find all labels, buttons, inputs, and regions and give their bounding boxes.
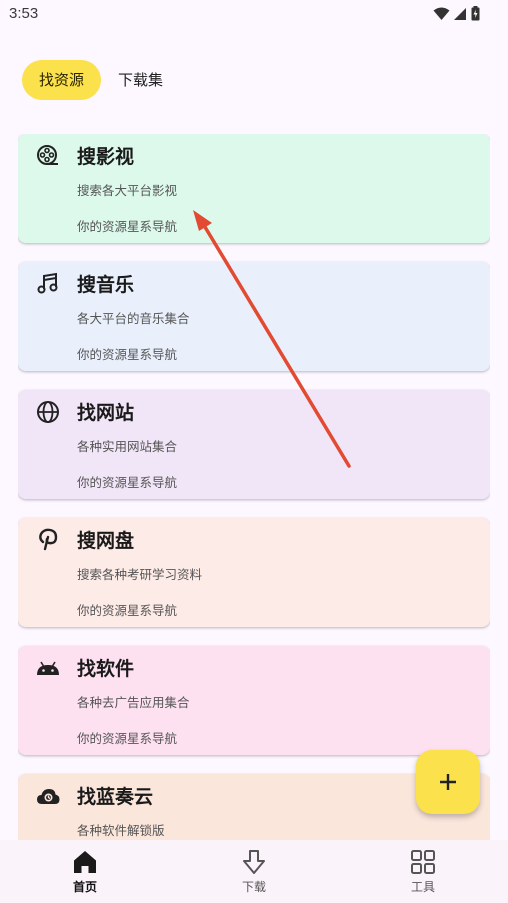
nav-home[interactable]: 首页 — [35, 840, 135, 903]
card-footer: 你的资源星系导航 — [77, 219, 178, 234]
top-tabs: 找资源 下载集 — [22, 60, 180, 100]
card-title: 找软件 — [77, 658, 135, 680]
card-title: 搜影视 — [77, 146, 135, 168]
plus-icon — [440, 774, 456, 790]
add-fab-button[interactable] — [416, 750, 480, 814]
card-footer: 你的资源星系导航 — [77, 475, 178, 490]
card-search-music[interactable]: 搜音乐 各大平台的音乐集合 你的资源星系导航 — [18, 262, 490, 371]
card-title: 搜音乐 — [77, 274, 135, 296]
resource-card-list: 搜影视 搜索各大平台影视 你的资源星系导航 搜音乐 各大平台的音乐集合 你的资源… — [18, 134, 490, 840]
card-title: 找网站 — [77, 402, 135, 424]
grid-icon — [411, 850, 435, 874]
card-subtitle: 各种软件解锁版 — [77, 823, 165, 838]
wifi-icon — [433, 7, 450, 20]
bottom-nav: 首页 下载 工具 — [0, 840, 508, 903]
nav-home-label: 首页 — [72, 880, 97, 894]
nav-tools-label: 工具 — [410, 880, 435, 894]
card-subtitle: 各种去广告应用集合 — [77, 695, 190, 710]
signal-icon — [454, 7, 466, 20]
pinterest-icon — [39, 528, 58, 551]
card-title: 搜网盘 — [77, 530, 135, 552]
card-search-video[interactable]: 搜影视 搜索各大平台影视 你的资源星系导航 — [18, 134, 490, 243]
nav-download[interactable]: 下载 — [204, 840, 304, 903]
tab-downloads[interactable]: 下载集 — [101, 60, 180, 100]
card-subtitle: 搜索各种考研学习资料 — [77, 567, 203, 582]
status-time: 3:53 — [9, 5, 39, 22]
card-title: 找蓝奏云 — [77, 786, 154, 808]
tab-find-resources[interactable]: 找资源 — [22, 60, 102, 100]
status-bar: 3:53 — [0, 0, 508, 30]
film-reel-icon — [37, 145, 58, 165]
card-subtitle: 各种实用网站集合 — [77, 439, 178, 454]
card-footer: 你的资源星系导航 — [77, 603, 178, 618]
download-icon — [243, 850, 265, 874]
card-search-netdisk[interactable]: 搜网盘 搜索各种考研学习资料 你的资源星系导航 — [18, 518, 490, 627]
battery-icon — [471, 6, 480, 21]
card-subtitle: 各大平台的音乐集合 — [77, 311, 190, 326]
card-footer: 你的资源星系导航 — [77, 347, 178, 362]
cloud-icon — [37, 789, 60, 804]
card-footer: 你的资源星系导航 — [77, 731, 178, 746]
nav-download-label: 下载 — [241, 880, 266, 894]
card-subtitle: 搜索各大平台影视 — [77, 183, 178, 198]
card-find-websites[interactable]: 找网站 各种实用网站集合 你的资源星系导航 — [18, 390, 490, 499]
status-icons — [433, 6, 480, 21]
nav-tools[interactable]: 工具 — [373, 840, 473, 903]
card-find-software[interactable]: 找软件 各种去广告应用集合 你的资源星系导航 — [18, 646, 490, 755]
home-icon — [74, 851, 96, 873]
globe-icon — [37, 401, 59, 423]
music-note-icon — [37, 272, 58, 294]
android-icon — [37, 661, 59, 675]
